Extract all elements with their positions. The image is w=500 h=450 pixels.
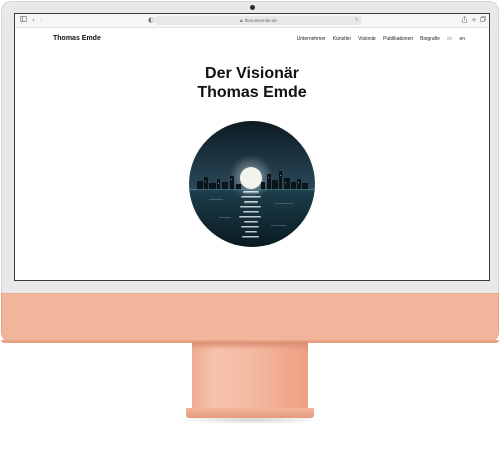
hero-title-line2: Thomas Emde [197, 84, 307, 101]
hero-image-moon-skyline [189, 121, 315, 247]
hero-title: Der Visionär Thomas Emde [15, 64, 489, 102]
browser-window: ‹ › ◐ 🔒︎ thomasemde.de ↻ + Thomas Emde U… [14, 13, 490, 281]
chevron-right-icon[interactable]: › [40, 16, 43, 25]
nav-item-publikationen[interactable]: Publikationen [383, 36, 413, 43]
reload-icon[interactable]: ↻ [355, 16, 359, 25]
monitor-bezel: ‹ › ◐ 🔒︎ thomasemde.de ↻ + Thomas Emde U… [1, 1, 499, 293]
privacy-shield-icon[interactable]: ◐ [148, 16, 154, 25]
nav-item-visionaer[interactable]: Visionär [358, 36, 376, 43]
stand-foot [186, 408, 314, 418]
nav-item-kuenstler[interactable]: Künstler [333, 36, 351, 43]
plus-icon[interactable]: + [471, 16, 477, 25]
nav-item-biografie[interactable]: Biografie [420, 36, 440, 43]
chevron-left-icon[interactable]: ‹ [32, 16, 35, 25]
camera-icon [250, 5, 255, 10]
imac-device: ‹ › ◐ 🔒︎ thomasemde.de ↻ + Thomas Emde U… [0, 0, 500, 450]
lock-icon: 🔒︎ [240, 18, 243, 23]
site-header: Thomas Emde Unternehmer Künstler Visionä… [15, 28, 489, 52]
language-en[interactable]: en [459, 36, 465, 43]
tabs-overview-icon[interactable] [480, 16, 486, 25]
monitor-stand [192, 342, 308, 410]
sidebar-icon[interactable] [20, 16, 27, 25]
site-logo[interactable]: Thomas Emde [53, 34, 101, 44]
browser-toolbar: ‹ › ◐ 🔒︎ thomasemde.de ↻ + [15, 14, 489, 28]
stand-shadow [192, 342, 308, 350]
address-bar[interactable]: 🔒︎ thomasemde.de ↻ [155, 16, 362, 25]
main-nav: Unternehmer Künstler Visionär Publikatio… [297, 36, 465, 43]
monitor-chin [1, 293, 499, 342]
language-de[interactable]: de [447, 36, 453, 43]
nav-item-unternehmer[interactable]: Unternehmer [297, 36, 326, 43]
share-icon[interactable] [462, 16, 467, 26]
address-url: thomasemde.de [244, 18, 277, 23]
hero-title-line1: Der Visionär [205, 65, 299, 82]
